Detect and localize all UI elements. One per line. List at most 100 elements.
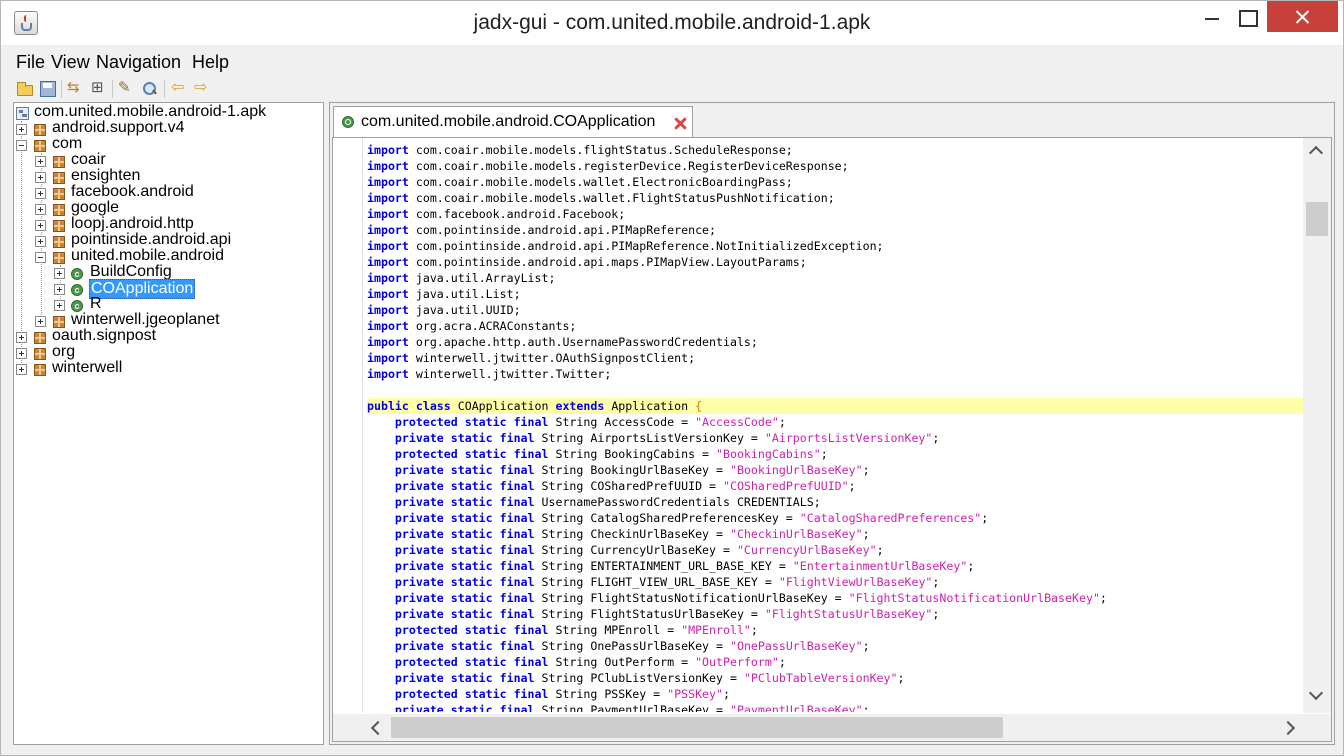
menu-navigation[interactable]: Navigation: [96, 52, 181, 73]
code-line[interactable]: private static final String CurrencyUrlB…: [367, 542, 1304, 558]
code-line[interactable]: import com.coair.mobile.models.registerD…: [367, 158, 1304, 174]
code-line[interactable]: import java.util.List;: [367, 286, 1304, 302]
horizontal-scrollbar[interactable]: [333, 714, 1303, 741]
code-line[interactable]: protected static final String AccessCode…: [367, 414, 1304, 430]
expand-icon[interactable]: [35, 156, 46, 167]
expand-icon[interactable]: [54, 284, 65, 295]
expand-icon[interactable]: [54, 268, 65, 279]
close-button[interactable]: [1267, 1, 1338, 32]
tree-label[interactable]: winterwell: [51, 359, 123, 377]
scroll-down-icon[interactable]: [1308, 685, 1324, 701]
vertical-scroll-thumb[interactable]: [1306, 202, 1328, 236]
code-line[interactable]: import com.pointinside.android.api.PIMap…: [367, 238, 1304, 254]
tree-node-com[interactable]: com: [14, 135, 314, 153]
open-folder-icon[interactable]: [17, 82, 33, 96]
maximize-button[interactable]: [1223, 1, 1269, 33]
expand-icon[interactable]: [16, 124, 27, 135]
code-token: private static final: [394, 543, 535, 557]
code-token: import: [367, 239, 409, 253]
code-token: "AirportsListVersionKey": [764, 431, 933, 445]
tree-node-winterwell[interactable]: winterwell: [14, 359, 314, 377]
code-line[interactable]: import com.pointinside.android.api.PIMap…: [367, 222, 1304, 238]
flatten-tree-icon[interactable]: [91, 78, 107, 97]
expand-icon[interactable]: [35, 316, 46, 327]
tab-coapplication[interactable]: com.united.mobile.android.COApplication: [333, 106, 693, 137]
back-icon[interactable]: [171, 77, 187, 97]
code-line[interactable]: import org.apache.http.auth.UsernamePass…: [367, 334, 1304, 350]
code-line[interactable]: private static final String FlightStatus…: [367, 590, 1304, 606]
tree-node-coair[interactable]: coair: [14, 151, 314, 169]
code-line[interactable]: import winterwell.jtwitter.Twitter;: [367, 366, 1304, 382]
tree-label-selected[interactable]: COApplication: [89, 279, 196, 299]
code-line[interactable]: private static final String ENTERTAINMEN…: [367, 558, 1304, 574]
title-bar[interactable]: jadx-gui - com.united.mobile.android-1.a…: [1, 1, 1343, 45]
code-token: "OutPerform": [695, 655, 779, 669]
code-token: ;: [862, 639, 870, 653]
code-line[interactable]: private static final String FlightStatus…: [367, 606, 1304, 622]
search-icon[interactable]: [142, 81, 158, 97]
expand-icon[interactable]: [16, 364, 27, 375]
code-token: private static final: [394, 479, 535, 493]
decompile-icon[interactable]: [118, 78, 134, 97]
save-all-icon[interactable]: [40, 81, 56, 97]
expand-icon[interactable]: [35, 204, 46, 215]
code-line[interactable]: private static final String FLIGHT_VIEW_…: [367, 574, 1304, 590]
code-line[interactable]: import com.coair.mobile.models.wallet.El…: [367, 174, 1304, 190]
sync-icon[interactable]: [67, 78, 83, 97]
code-line[interactable]: private static final String PaymentUrlBa…: [367, 702, 1304, 712]
tree-node-facebook-android[interactable]: facebook.android: [14, 183, 314, 201]
code-line[interactable]: private static final String BookingUrlBa…: [367, 462, 1304, 478]
close-tab-icon[interactable]: [673, 116, 687, 130]
menu-file[interactable]: File: [16, 52, 45, 73]
collapse-icon[interactable]: [35, 252, 46, 263]
code-line[interactable]: private static final String AirportsList…: [367, 430, 1304, 446]
code-line[interactable]: protected static final String BookingCab…: [367, 446, 1304, 462]
expand-icon[interactable]: [35, 188, 46, 199]
code-line[interactable]: protected static final String PSSKey = "…: [367, 686, 1304, 702]
expand-icon[interactable]: [35, 220, 46, 231]
code-line[interactable]: import com.pointinside.android.api.maps.…: [367, 254, 1304, 270]
collapse-icon[interactable]: [16, 140, 27, 151]
code-line[interactable]: import java.util.ArrayList;: [367, 270, 1304, 286]
code-token: String FlightStatusUrlBaseKey =: [534, 607, 765, 621]
code-line[interactable]: import com.coair.mobile.models.flightSta…: [367, 142, 1304, 158]
code-line[interactable]: private static final UsernamePasswordCre…: [367, 494, 1304, 510]
expand-icon[interactable]: [16, 332, 27, 343]
forward-icon[interactable]: [194, 77, 210, 97]
code-line[interactable]: [367, 382, 1304, 398]
code-line[interactable]: import org.acra.ACRAConstants;: [367, 318, 1304, 334]
horizontal-scroll-thumb[interactable]: [391, 717, 1003, 738]
code-line[interactable]: private static final String CheckinUrlBa…: [367, 526, 1304, 542]
code-line[interactable]: private static final String COSharedPref…: [367, 478, 1304, 494]
code-line[interactable]: import com.coair.mobile.models.wallet.Fl…: [367, 190, 1304, 206]
code-line[interactable]: public class COApplication extends Appli…: [367, 398, 1304, 414]
code-token: "FlightViewUrlBaseKey": [778, 575, 933, 589]
code-token: String AirportsListVersionKey =: [534, 431, 765, 445]
tab-label[interactable]: com.united.mobile.android.COApplication: [361, 113, 655, 131]
source-code[interactable]: import com.coair.mobile.models.flightSta…: [367, 142, 1304, 712]
expand-icon[interactable]: [35, 172, 46, 183]
menu-help[interactable]: Help: [192, 52, 229, 73]
code-line[interactable]: protected static final String MPEnroll =…: [367, 622, 1304, 638]
code-line[interactable]: protected static final String OutPerform…: [367, 654, 1304, 670]
code-line[interactable]: import winterwell.jtwitter.OAuthSignpost…: [367, 350, 1304, 366]
expand-icon[interactable]: [35, 236, 46, 247]
code-line[interactable]: private static final String OnePassUrlBa…: [367, 638, 1304, 654]
package-tree[interactable]: com.united.mobile.android-1.apk android.…: [13, 102, 324, 745]
code-line[interactable]: import java.util.UUID;: [367, 302, 1304, 318]
code-line[interactable]: import com.facebook.android.Facebook;: [367, 206, 1304, 222]
scroll-left-icon[interactable]: [370, 720, 386, 736]
code-line[interactable]: private static final String CatalogShare…: [367, 510, 1304, 526]
scroll-up-icon[interactable]: [1308, 145, 1324, 161]
scroll-right-icon[interactable]: [1280, 720, 1296, 736]
expand-icon[interactable]: [16, 348, 27, 359]
menu-view[interactable]: View: [51, 52, 90, 73]
code-line[interactable]: private static final String PClubListVer…: [367, 670, 1304, 686]
package-icon: [34, 140, 46, 152]
expand-icon[interactable]: [54, 300, 65, 311]
vertical-scrollbar[interactable]: [1303, 138, 1331, 713]
code-view[interactable]: import com.coair.mobile.models.flightSta…: [332, 137, 1332, 742]
code-token: protected static final: [394, 447, 549, 461]
tree-node-coapplication[interactable]: c COApplication: [14, 279, 314, 299]
